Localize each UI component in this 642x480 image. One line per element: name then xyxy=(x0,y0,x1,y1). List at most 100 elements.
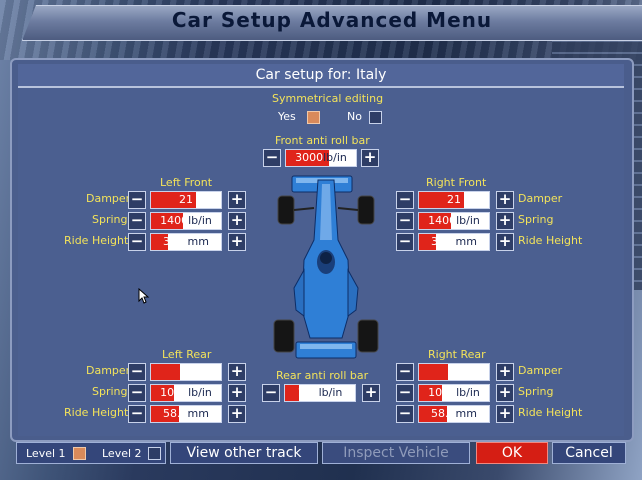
plus-icon: + xyxy=(230,232,244,250)
lf-damper-minus-button[interactable]: − xyxy=(128,191,146,209)
lr-damper-value: 15 xyxy=(179,365,193,378)
level-2-checkbox[interactable] xyxy=(148,447,161,460)
lr-spring-minus-button[interactable]: − xyxy=(128,384,146,402)
plus-icon: + xyxy=(498,362,512,380)
lf-damper-label: Damper xyxy=(86,192,131,205)
rf-ride-minus-button[interactable]: − xyxy=(396,233,414,251)
lf-damper-plus-button[interactable]: + xyxy=(228,191,246,209)
plus-icon: + xyxy=(498,404,512,422)
lr-damper-plus-button[interactable]: + xyxy=(228,363,246,381)
lr-spring-value: 1000 xyxy=(160,386,189,399)
lr-ride-label: Ride Height xyxy=(64,406,129,419)
rf-ride-field[interactable]: 32.0mm xyxy=(418,233,490,251)
ok-button[interactable]: OK xyxy=(476,442,548,464)
rr-spring-plus-button[interactable]: + xyxy=(496,384,514,402)
formula-car-icon xyxy=(273,175,379,359)
minus-icon: − xyxy=(398,362,412,380)
rr-ride-minus-button[interactable]: − xyxy=(396,405,414,423)
lf-damper-field[interactable]: 21 xyxy=(150,191,222,209)
rf-spring-plus-button[interactable]: + xyxy=(496,212,514,230)
symmetrical-yes-label: Yes xyxy=(278,110,296,123)
lf-ride-value: 32.0 xyxy=(163,235,188,248)
rr-spring-field[interactable]: 1000lb/in xyxy=(418,384,490,402)
plus-icon: + xyxy=(498,383,512,401)
mouse-pointer-icon xyxy=(138,288,150,304)
lr-ride-minus-button[interactable]: − xyxy=(128,405,146,423)
level-2-label: Level 2 xyxy=(102,447,142,460)
inspect-vehicle-button[interactable]: Inspect Vehicle xyxy=(322,442,470,464)
lr-damper-minus-button[interactable]: − xyxy=(128,363,146,381)
rear-arb-minus-button[interactable]: − xyxy=(262,384,280,402)
symmetrical-no-label: No xyxy=(347,110,362,123)
minus-icon: − xyxy=(130,404,144,422)
rear-arb-plus-button[interactable]: + xyxy=(362,384,380,402)
lr-spring-field[interactable]: 1000lb/in xyxy=(150,384,222,402)
plus-icon: + xyxy=(364,383,378,401)
minus-icon: − xyxy=(130,190,144,208)
lf-spring-plus-button[interactable]: + xyxy=(228,212,246,230)
page-title: Car Setup Advanced Menu xyxy=(171,8,493,32)
lf-spring-field[interactable]: 1400lb/in xyxy=(150,212,222,230)
rf-damper-field[interactable]: 21 xyxy=(418,191,490,209)
panel-title: Car setup for: Italy xyxy=(255,67,387,83)
rf-ride-value: 32.0 xyxy=(431,235,456,248)
minus-icon: − xyxy=(130,383,144,401)
symmetrical-yes-checkbox[interactable] xyxy=(307,111,320,124)
front-arb-plus-button[interactable]: + xyxy=(361,149,379,167)
rf-damper-plus-button[interactable]: + xyxy=(496,191,514,209)
lf-ride-field[interactable]: 32.0mm xyxy=(150,233,222,251)
lf-ride-minus-button[interactable]: − xyxy=(128,233,146,251)
right-front-label: Right Front xyxy=(426,176,487,189)
lf-ride-plus-button[interactable]: + xyxy=(228,233,246,251)
rf-spring-value: 1400 xyxy=(428,214,457,227)
lf-spring-label: Spring xyxy=(92,213,128,226)
symmetrical-no-checkbox[interactable] xyxy=(369,111,382,124)
rr-spring-minus-button[interactable]: − xyxy=(396,384,414,402)
rear-arb-field[interactable]: 100lb/in xyxy=(284,384,356,402)
rear-arb-label: Rear anti roll bar xyxy=(276,369,369,382)
rr-damper-field[interactable]: 15 xyxy=(418,363,490,381)
rr-ride-unit: mm xyxy=(455,407,477,420)
rr-ride-plus-button[interactable]: + xyxy=(496,405,514,423)
rf-ride-plus-button[interactable]: + xyxy=(496,233,514,251)
lr-damper-field[interactable]: 15 xyxy=(150,363,222,381)
rr-damper-minus-button[interactable]: − xyxy=(396,363,414,381)
rf-damper-value: 21 xyxy=(447,193,461,206)
lr-ride-field[interactable]: 58.0mm xyxy=(150,405,222,423)
lr-ride-plus-button[interactable]: + xyxy=(228,405,246,423)
front-arb-minus-button[interactable]: − xyxy=(263,149,281,167)
rear-arb-value: 100 xyxy=(297,386,319,399)
lf-ride-unit: mm xyxy=(187,235,209,248)
cancel-button[interactable]: Cancel xyxy=(552,442,626,464)
left-front-label: Left Front xyxy=(160,176,213,189)
plus-icon: + xyxy=(498,211,512,229)
left-rear-label: Left Rear xyxy=(162,348,212,361)
right-rear-label: Right Rear xyxy=(428,348,486,361)
front-arb-field[interactable]: 3000lb/in xyxy=(285,149,357,167)
plus-icon: + xyxy=(498,232,512,250)
lr-spring-unit: lb/in xyxy=(188,386,212,399)
rr-ride-field[interactable]: 58.0mm xyxy=(418,405,490,423)
lf-damper-value: 21 xyxy=(179,193,193,206)
lf-spring-unit: lb/in xyxy=(188,214,212,227)
view-other-track-button[interactable]: View other track xyxy=(170,442,318,464)
rf-spring-field[interactable]: 1400lb/in xyxy=(418,212,490,230)
minus-icon: − xyxy=(130,211,144,229)
minus-icon: − xyxy=(130,362,144,380)
lr-ride-unit: mm xyxy=(187,407,209,420)
rr-spring-label: Spring xyxy=(518,385,554,398)
front-arb-unit: lb/in xyxy=(323,151,347,164)
rr-damper-plus-button[interactable]: + xyxy=(496,363,514,381)
lf-spring-minus-button[interactable]: − xyxy=(128,212,146,230)
lr-spring-plus-button[interactable]: + xyxy=(228,384,246,402)
plus-icon: + xyxy=(230,211,244,229)
minus-icon: − xyxy=(398,383,412,401)
minus-icon: − xyxy=(398,190,412,208)
level-1-label: Level 1 xyxy=(26,447,66,460)
minus-icon: − xyxy=(130,232,144,250)
level-1-checkbox[interactable] xyxy=(73,447,86,460)
lr-ride-value: 58.0 xyxy=(163,407,188,420)
minus-icon: − xyxy=(398,404,412,422)
rf-spring-minus-button[interactable]: − xyxy=(396,212,414,230)
rf-damper-minus-button[interactable]: − xyxy=(396,191,414,209)
